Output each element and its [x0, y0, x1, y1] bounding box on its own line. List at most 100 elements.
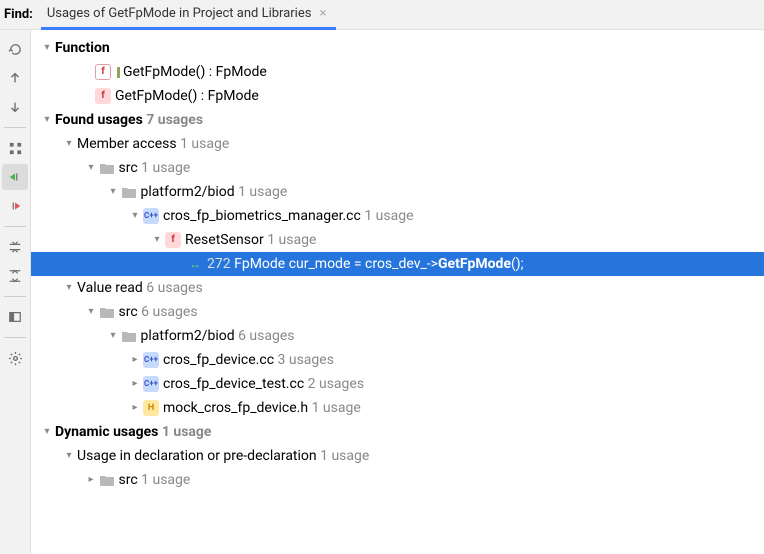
header-file-icon: H [143, 400, 159, 416]
folder-icon [99, 305, 115, 319]
close-icon[interactable]: × [319, 6, 326, 21]
function-signature: GetFpMode() : FpMode [115, 84, 259, 108]
tree-row[interactable]: ▸ H mock_cros_fp_device.h 1 usage [31, 396, 764, 420]
usage-count: 6 usages [141, 300, 197, 324]
file-name: cros_fp_device_test.cc [163, 372, 304, 396]
settings-icon[interactable] [2, 345, 28, 371]
usage-count: 1 usage [320, 444, 369, 468]
chevron-down-icon: ▾ [83, 156, 99, 180]
tree-row[interactable]: ▸ src 1 usage [31, 468, 764, 492]
toolbar-divider [4, 127, 26, 128]
function-signature: GetFpMode() : FpMode [123, 60, 267, 84]
folder-icon [99, 473, 115, 487]
folder-name: platform2/biod [140, 324, 234, 348]
file-name: cros_fp_device.cc [163, 348, 274, 372]
collapse-all-icon[interactable] [2, 263, 28, 289]
cpp-file-icon: C++ [143, 376, 159, 392]
show-read-icon[interactable] [2, 164, 28, 190]
read-access-icon: ↔ [189, 252, 201, 276]
tree-row[interactable]: ▾ C++ cros_fp_biometrics_manager.cc 1 us… [31, 204, 764, 228]
usage-count: 1 usage [141, 468, 190, 492]
cpp-file-icon: C++ [143, 352, 159, 368]
toolbar-divider [4, 226, 26, 227]
find-header: Find: Usages of GetFpMode in Project and… [0, 0, 764, 30]
chevron-down-icon: ▾ [149, 228, 165, 252]
tree-row[interactable]: ▾ Member access 1 usage [31, 132, 764, 156]
usage-count: 6 usages [146, 276, 202, 300]
chevron-down-icon: ▾ [39, 420, 55, 444]
usage-count: 1 usage [180, 132, 229, 156]
chevron-down-icon: ▾ [105, 180, 121, 204]
tree-row[interactable]: ▾ Usage in declaration or pre-declaratio… [31, 444, 764, 468]
function-icon: f [95, 88, 111, 104]
chevron-down-icon: ▾ [61, 276, 77, 300]
chevron-down-icon: ▾ [39, 108, 55, 132]
tree-row[interactable]: ▾ platform2/biod 1 usage [31, 180, 764, 204]
cpp-file-icon: C++ [143, 208, 159, 224]
tree-row-dynamic[interactable]: ▾ Dynamic usages 1 usage [31, 420, 764, 444]
tree-row[interactable]: ▾ platform2/biod 6 usages [31, 324, 764, 348]
line-number: 272 [207, 252, 231, 276]
usage-count: 1 usage [364, 204, 413, 228]
lock-icon [117, 67, 120, 78]
chevron-down-icon: ▾ [83, 300, 99, 324]
category-label: Value read [77, 276, 143, 300]
main-layout: ▾ Function f GetFpMode() : FpMode f GetF… [0, 30, 764, 554]
folder-icon [121, 329, 137, 343]
chevron-down-icon: ▾ [61, 444, 77, 468]
folder-icon [121, 185, 137, 199]
folder-name: src [118, 156, 137, 180]
toolbar-divider [4, 296, 26, 297]
group-label: Function [55, 36, 110, 60]
tree-row[interactable]: ▸ C++ cros_fp_device.cc 3 usages [31, 348, 764, 372]
tree-row[interactable]: ▸ C++ cros_fp_device_test.cc 2 usages [31, 372, 764, 396]
chevron-down-icon: ▾ [61, 132, 77, 156]
function-icon: f [95, 64, 111, 80]
tree-row[interactable]: ▾ Value read 6 usages [31, 276, 764, 300]
folder-name: src [118, 468, 137, 492]
usage-count: 1 usage [141, 156, 190, 180]
file-name: cros_fp_biometrics_manager.cc [163, 204, 361, 228]
usage-count: 1 usage [312, 396, 361, 420]
chevron-down-icon: ▾ [127, 204, 143, 228]
group-by-icon[interactable] [2, 135, 28, 161]
function-name: ResetSensor [185, 228, 264, 252]
folder-icon [99, 161, 115, 175]
usage-count: 3 usages [278, 348, 334, 372]
category-label: Usage in declaration or pre-declaration [77, 444, 317, 468]
side-toolbar [0, 30, 31, 554]
find-label: Find: [0, 7, 41, 22]
usage-count: 1 usage [267, 228, 316, 252]
tree-row-found[interactable]: ▾ Found usages 7 usages [31, 108, 764, 132]
folder-name: platform2/biod [140, 180, 234, 204]
find-tab[interactable]: Usages of GetFpMode in Project and Libra… [41, 0, 337, 30]
usage-count: 7 usages [146, 108, 203, 132]
chevron-right-icon: ▸ [127, 396, 143, 420]
function-icon: f [165, 232, 181, 248]
preview-icon[interactable] [2, 304, 28, 330]
show-write-icon[interactable] [2, 193, 28, 219]
usage-count: 2 usages [308, 372, 364, 396]
chevron-right-icon: ▸ [127, 372, 143, 396]
tree-row[interactable]: ▾ src 6 usages [31, 300, 764, 324]
usage-count: 1 usage [238, 180, 287, 204]
next-occurrence-icon[interactable] [2, 94, 28, 120]
tree-row[interactable]: ▾ f ResetSensor 1 usage [31, 228, 764, 252]
results-tree[interactable]: ▾ Function f GetFpMode() : FpMode f GetF… [31, 30, 764, 554]
chevron-down-icon: ▾ [105, 324, 121, 348]
tree-row-function[interactable]: ▾ Function [31, 36, 764, 60]
chevron-down-icon: ▾ [39, 36, 55, 60]
code-match: GetFpMode [438, 252, 511, 276]
tree-row-selected[interactable]: ↔ 272 FpMode cur_mode = cros_dev_->GetFp… [31, 252, 764, 276]
usage-count: 6 usages [238, 324, 294, 348]
tree-row[interactable]: f GetFpMode() : FpMode [31, 84, 764, 108]
tree-row[interactable]: ▾ src 1 usage [31, 156, 764, 180]
folder-name: src [118, 300, 137, 324]
refresh-icon[interactable] [2, 36, 28, 62]
code-text: (); [511, 252, 524, 276]
expand-all-icon[interactable] [2, 234, 28, 260]
prev-occurrence-icon[interactable] [2, 65, 28, 91]
toolbar-divider [4, 337, 26, 338]
tree-row[interactable]: f GetFpMode() : FpMode [31, 60, 764, 84]
category-label: Member access [77, 132, 177, 156]
